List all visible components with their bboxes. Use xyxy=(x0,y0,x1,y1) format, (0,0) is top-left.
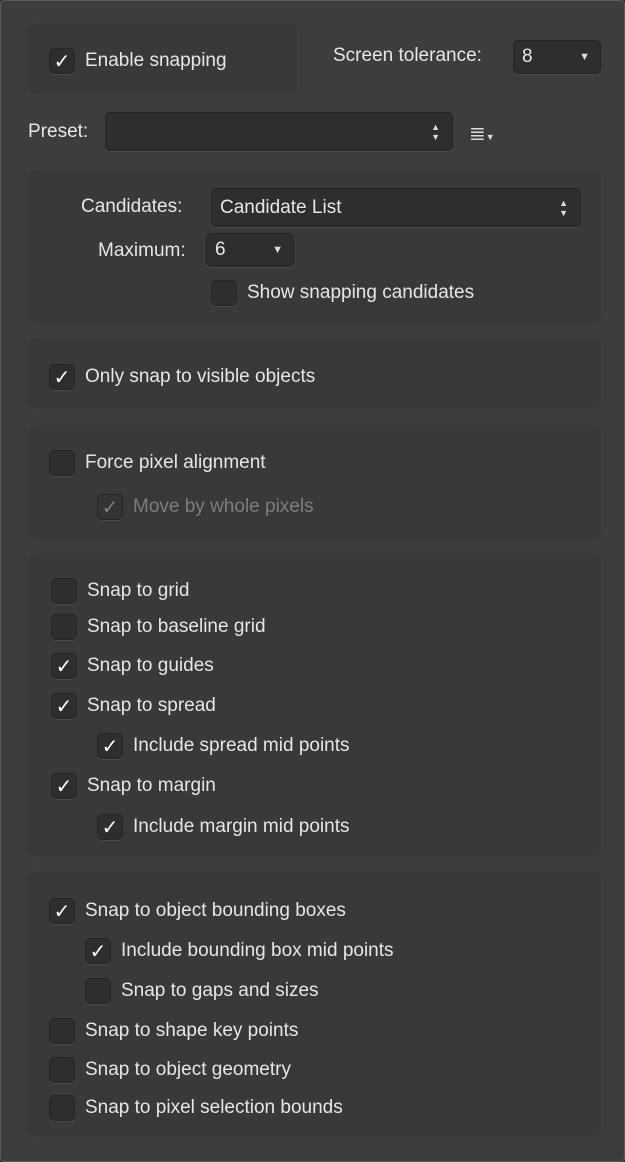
chevron-down-icon: ▼ xyxy=(272,244,283,256)
include-bbox-mid-points-label: Include bounding box mid points xyxy=(121,940,394,961)
checkmark-icon: ✓ xyxy=(49,364,75,390)
checkmark-icon: ✓ xyxy=(97,814,123,840)
snap-to-pixel-selection-bounds-checkbox[interactable]: Snap to pixel selection bounds xyxy=(49,1094,343,1122)
enable-snapping-checkbox[interactable]: ✓ Enable snapping xyxy=(49,47,227,75)
snap-to-gaps-sizes-label: Snap to gaps and sizes xyxy=(121,980,319,1001)
screen-tolerance-select[interactable]: 8 ▼ xyxy=(513,40,601,74)
checkbox-box xyxy=(85,978,111,1004)
maximum-label: Maximum: xyxy=(98,240,186,261)
list-menu-icon[interactable]: ≣▼ xyxy=(469,121,495,146)
snap-to-spread-label: Snap to spread xyxy=(87,695,216,716)
snap-to-object-geometry-label: Snap to object geometry xyxy=(85,1059,291,1080)
include-spread-mid-points-label: Include spread mid points xyxy=(133,735,350,756)
move-by-whole-pixels-label: Move by whole pixels xyxy=(133,496,314,517)
force-pixel-alignment-label: Force pixel alignment xyxy=(85,452,266,473)
screen-tolerance-label: Screen tolerance: xyxy=(333,45,482,66)
snap-to-spread-checkbox[interactable]: ✓ Snap to spread xyxy=(51,692,216,720)
snap-to-pixel-selection-bounds-label: Snap to pixel selection bounds xyxy=(85,1097,343,1118)
snap-to-gaps-sizes-checkbox[interactable]: Snap to gaps and sizes xyxy=(85,977,319,1005)
snap-to-baseline-grid-label: Snap to baseline grid xyxy=(87,616,266,637)
snap-to-baseline-grid-checkbox[interactable]: Snap to baseline grid xyxy=(51,613,266,641)
checkbox-box xyxy=(51,578,77,604)
checkmark-icon: ✓ xyxy=(85,938,111,964)
checkmark-icon: ✓ xyxy=(97,494,123,520)
snap-to-margin-label: Snap to margin xyxy=(87,775,216,796)
enable-snapping-label: Enable snapping xyxy=(85,50,227,71)
only-snap-visible-checkbox[interactable]: ✓ Only snap to visible objects xyxy=(49,363,315,391)
checkmark-icon: ✓ xyxy=(97,733,123,759)
snap-to-bounding-boxes-label: Snap to object bounding boxes xyxy=(85,900,346,921)
checkbox-box xyxy=(49,1095,75,1121)
stepper-arrows-icon: ▲ ▼ xyxy=(559,197,568,218)
candidates-select[interactable]: Candidate List ▲ ▼ xyxy=(211,188,581,227)
checkbox-box xyxy=(49,1057,75,1083)
snapping-manager-window: ✓ Enable snapping Screen tolerance: 8 ▼ … xyxy=(0,0,625,1162)
checkmark-icon: ✓ xyxy=(51,773,77,799)
stepper-arrows-icon: ▲ ▼ xyxy=(431,121,440,142)
snap-to-guides-label: Snap to guides xyxy=(87,655,214,676)
candidates-label: Candidates: xyxy=(81,196,183,217)
snap-to-guides-checkbox[interactable]: ✓ Snap to guides xyxy=(51,652,214,680)
preset-label: Preset: xyxy=(28,121,89,142)
include-bbox-mid-points-checkbox[interactable]: ✓ Include bounding box mid points xyxy=(85,937,394,965)
preset-select[interactable]: ▲ ▼ xyxy=(105,112,453,151)
snap-to-shape-key-points-checkbox[interactable]: Snap to shape key points xyxy=(49,1017,298,1045)
snap-to-shape-key-points-label: Snap to shape key points xyxy=(85,1020,299,1041)
snap-to-margin-checkbox[interactable]: ✓ Snap to margin xyxy=(51,772,216,800)
pixel-panel xyxy=(28,425,601,539)
snap-to-bounding-boxes-checkbox[interactable]: ✓ Snap to object bounding boxes xyxy=(49,897,346,925)
checkmark-icon: ✓ xyxy=(51,653,77,679)
include-margin-mid-points-checkbox[interactable]: ✓ Include margin mid points xyxy=(97,813,350,841)
maximum-select[interactable]: 6 ▼ xyxy=(206,233,294,267)
include-margin-mid-points-label: Include margin mid points xyxy=(133,816,350,837)
snap-to-object-geometry-checkbox[interactable]: Snap to object geometry xyxy=(49,1056,291,1084)
checkbox-box xyxy=(51,614,77,640)
snap-to-grid-checkbox[interactable]: Snap to grid xyxy=(51,577,189,605)
move-by-whole-pixels-checkbox: ✓ Move by whole pixels xyxy=(97,493,314,521)
show-snapping-candidates-checkbox[interactable]: Show snapping candidates xyxy=(211,279,474,307)
checkbox-box xyxy=(211,280,237,306)
checkbox-box xyxy=(49,450,75,476)
candidates-value: Candidate List xyxy=(220,196,342,218)
checkbox-box xyxy=(49,1018,75,1044)
checkmark-icon: ✓ xyxy=(49,898,75,924)
only-snap-visible-label: Only snap to visible objects xyxy=(85,366,316,387)
snap-to-grid-label: Snap to grid xyxy=(87,580,190,601)
checkmark-icon: ✓ xyxy=(49,48,75,74)
chevron-down-icon: ▼ xyxy=(579,51,590,63)
include-spread-mid-points-checkbox[interactable]: ✓ Include spread mid points xyxy=(97,732,350,760)
screen-tolerance-value: 8 xyxy=(522,46,533,67)
checkmark-icon: ✓ xyxy=(51,693,77,719)
show-snapping-candidates-label: Show snapping candidates xyxy=(247,282,475,303)
maximum-value: 6 xyxy=(215,239,226,260)
force-pixel-alignment-checkbox[interactable]: Force pixel alignment xyxy=(49,449,266,477)
